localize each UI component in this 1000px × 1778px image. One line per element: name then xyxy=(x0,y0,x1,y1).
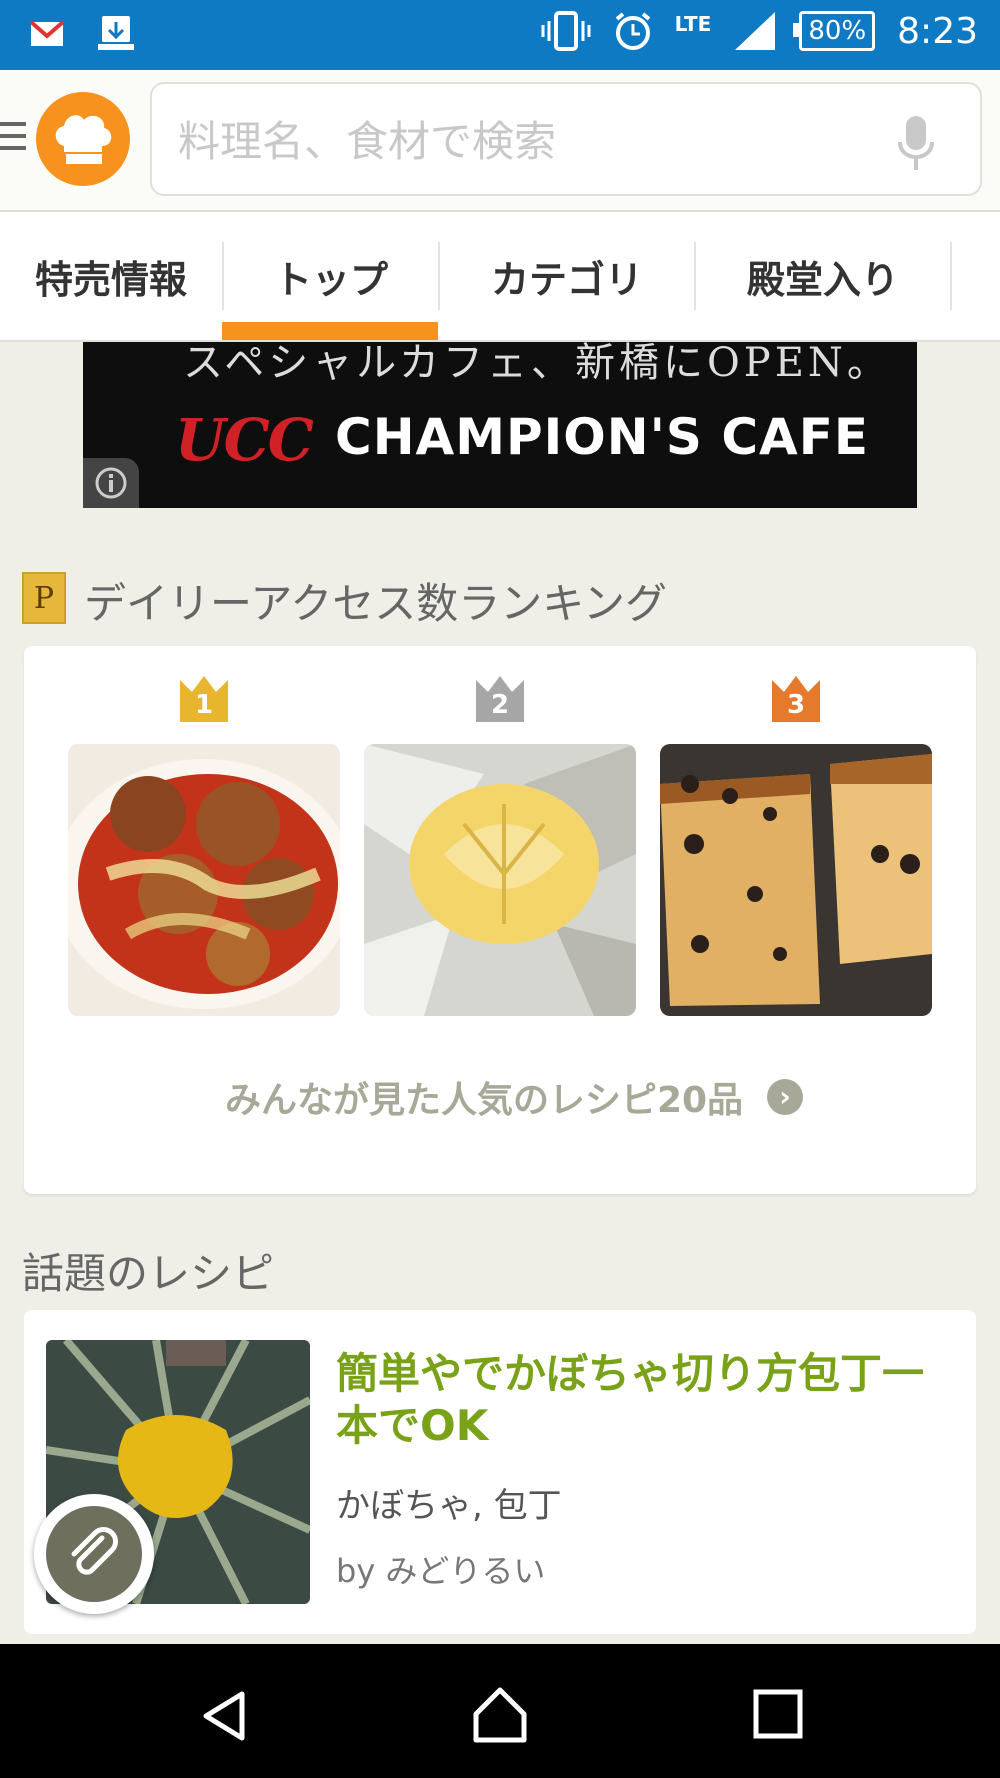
recipe-author[interactable]: by みどりるい xyxy=(336,1546,545,1592)
back-icon[interactable] xyxy=(196,1688,252,1744)
rank-2-recipe-image[interactable] xyxy=(364,744,636,1016)
tab-top[interactable]: トップ xyxy=(224,212,438,340)
ad-banner[interactable]: スペシャルカフェ、新橋にOPEN。 UCC CHAMPION'S CAFE xyxy=(83,342,917,508)
rank-3-recipe-image[interactable] xyxy=(660,744,932,1016)
system-nav-bar xyxy=(0,1644,1000,1778)
rank-2-crown-icon: 2 xyxy=(474,672,526,724)
network-type: LTE xyxy=(674,12,712,36)
paperclip-icon xyxy=(71,1527,118,1575)
menu-icon[interactable] xyxy=(0,122,26,156)
rank-number: 3 xyxy=(786,690,806,720)
status-bar: LTE 80% 8:23 xyxy=(0,0,1000,70)
home-icon[interactable] xyxy=(470,1684,530,1744)
rank-number: 1 xyxy=(194,690,214,720)
ad-tagline: スペシャルカフェ、新橋にOPEN。 xyxy=(183,342,891,386)
search-input[interactable] xyxy=(176,110,880,172)
download-icon xyxy=(98,16,134,50)
signal-icon xyxy=(735,12,776,50)
tab-divider xyxy=(950,242,952,310)
gmail-icon xyxy=(30,20,64,46)
popular-recipes-link[interactable]: みんなが見た人気のレシピ20品 › xyxy=(184,1062,844,1132)
ad-title: CHAMPION'S CAFE xyxy=(335,408,870,466)
mic-icon[interactable] xyxy=(896,114,936,174)
ranking-card: 1 2 3 みんなが見た人気のレシピ20品 › xyxy=(24,646,976,1194)
app-logo-chef-hat-icon[interactable] xyxy=(36,92,130,186)
active-tab-indicator xyxy=(222,322,438,340)
popular-recipes-label: みんなが見た人気のレシピ20品 xyxy=(224,1080,744,1121)
clip-button[interactable] xyxy=(34,1494,154,1614)
alarm-icon xyxy=(615,12,650,50)
vibrate-icon xyxy=(541,11,591,51)
premium-badge-icon: P xyxy=(22,572,66,624)
recipe-card[interactable]: 簡単やでかぼちゃ切り方包丁一本でOK かぼちゃ, 包丁 by みどりるい xyxy=(24,1310,976,1634)
ranking-title: デイリーアクセス数ランキング xyxy=(84,579,667,628)
recipe-title[interactable]: 簡単やでかぼちゃ切り方包丁一本でOK xyxy=(336,1348,958,1452)
ad-brand-logo: UCC xyxy=(175,406,314,474)
battery-indicator: 80% xyxy=(793,11,876,51)
tab-hall-of-fame[interactable]: 殿堂入り xyxy=(696,212,950,340)
rank-number: 2 xyxy=(490,690,510,720)
rank-3-crown-icon: 3 xyxy=(770,672,822,724)
rank-1-crown-icon: 1 xyxy=(178,672,230,724)
recents-icon[interactable] xyxy=(752,1688,804,1740)
tab-bar: 特売情報 トップ カテゴリ 殿堂入り xyxy=(0,212,1000,342)
rank-1-recipe-image[interactable] xyxy=(68,744,340,1016)
recipe-ingredients: かぼちゃ, 包丁 xyxy=(336,1486,562,1526)
app-header xyxy=(0,70,1000,212)
search-box[interactable] xyxy=(150,82,982,196)
tab-sale-info[interactable]: 特売情報 xyxy=(0,212,222,340)
tab-category[interactable]: カテゴリ xyxy=(440,212,694,340)
ad-info-icon[interactable] xyxy=(83,458,139,508)
chevron-right-icon: › xyxy=(767,1079,804,1115)
clock: 8:23 xyxy=(897,10,978,52)
topics-title: 話題のレシピ xyxy=(22,1249,275,1298)
